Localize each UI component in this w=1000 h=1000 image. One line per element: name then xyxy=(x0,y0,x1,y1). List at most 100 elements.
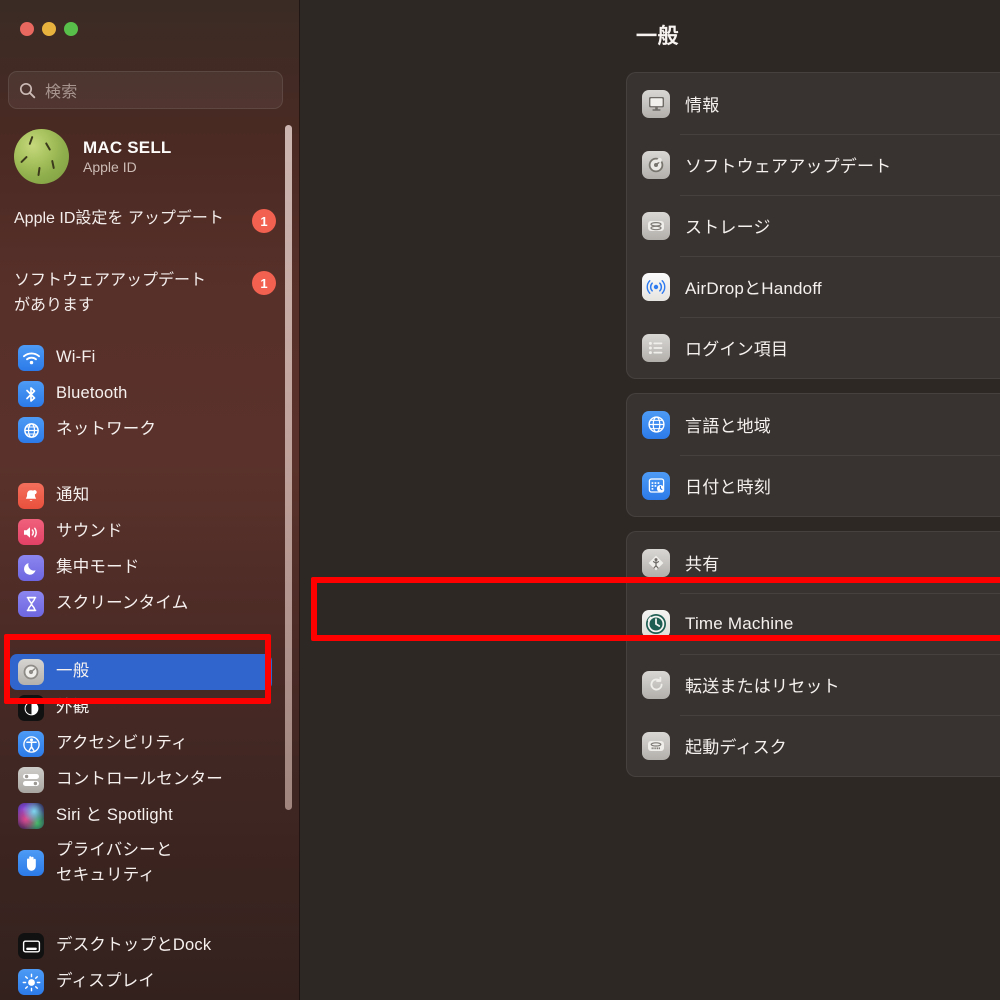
row-storage[interactable]: ストレージ xyxy=(627,195,1000,256)
search-input[interactable]: 検索 xyxy=(8,71,283,109)
sidebar-item-focus[interactable]: 集中モード xyxy=(10,550,272,586)
sidebar-item-displays[interactable]: ディスプレイ xyxy=(10,964,272,1000)
row-sharing[interactable]: 共有 xyxy=(627,532,1000,593)
sidebar-item-network[interactable]: ネットワーク xyxy=(10,412,272,448)
row-language-region[interactable]: 言語と地域 xyxy=(627,394,1000,455)
sidebar-item-label: ネットワーク xyxy=(56,420,157,439)
settings-card: 情報 ソフトウェアアップデート ストレージ AirDropとHandoff ログ… xyxy=(626,72,1000,379)
sidebar-item-screen-time[interactable]: スクリーンタイム xyxy=(10,586,272,622)
sidebar-item-control-center[interactable]: コントロールセンター xyxy=(10,762,272,798)
sidebar-item-desktop-dock[interactable]: デスクトップとDock xyxy=(10,928,272,964)
status-badge: 1 xyxy=(252,209,276,233)
sidebar-group-desktop: デスクトップとDock ディスプレイ xyxy=(10,928,272,1000)
row-airdrop-handoff[interactable]: AirDropとHandoff xyxy=(627,256,1000,317)
row-about[interactable]: 情報 xyxy=(627,73,1000,134)
siri-icon xyxy=(18,803,44,829)
settings-card: 言語と地域 日付と時刻 xyxy=(626,393,1000,517)
zoom-button[interactable] xyxy=(64,22,78,36)
date-time-calendar-icon xyxy=(642,471,670,500)
storage-drive-icon xyxy=(642,211,670,240)
sidebar-item-label: 集中モード xyxy=(56,558,140,577)
sidebar-item-label: 外観 xyxy=(56,698,90,717)
sidebar-item-label: 一般 xyxy=(56,662,90,681)
network-globe-icon xyxy=(18,417,44,443)
sidebar-item-notifications[interactable]: 通知 xyxy=(10,478,272,514)
software-update-notice[interactable]: ソフトウェアアップデート があります 1 xyxy=(14,268,276,318)
airdrop-icon xyxy=(642,272,670,301)
bell-icon xyxy=(18,483,44,509)
sidebar-item-siri-spotlight[interactable]: Siri と Spotlight xyxy=(10,798,272,834)
notice-text: ソフトウェアアップデート があります xyxy=(14,272,207,314)
apple-id-update-notice[interactable]: Apple ID設定を アップデート 1 xyxy=(14,206,276,233)
notice-text: Apple ID設定を アップデート xyxy=(14,210,224,227)
login-items-list-icon xyxy=(642,333,670,362)
sidebar-item-general[interactable]: 一般 xyxy=(10,654,272,690)
row-date-time[interactable]: 日付と時刻 xyxy=(627,455,1000,516)
sidebar-group-notifications: 通知 サウンド 集中モード スクリーンタイム xyxy=(10,478,272,622)
window-controls xyxy=(20,22,78,36)
speaker-icon xyxy=(18,519,44,545)
row-login-items[interactable]: ログイン項目 xyxy=(627,317,1000,378)
account-subtitle: Apple ID xyxy=(83,158,137,175)
sidebar-group-general: 一般 外観 アクセシビリティ コントロールセンター Siri と Spotlig… xyxy=(10,654,272,892)
sidebar-item-label: スクリーンタイム xyxy=(56,594,189,613)
moon-icon xyxy=(18,555,44,581)
row-label: ソフトウェアアップデート xyxy=(685,157,892,176)
sidebar-item-label: コントロールセンター xyxy=(56,770,223,789)
sidebar-item-label: プライバシーと セキュリティ xyxy=(56,841,173,884)
row-label: 日付と時刻 xyxy=(685,478,771,497)
accessibility-icon xyxy=(18,731,44,757)
sidebar-item-privacy-security[interactable]: プライバシーと セキュリティ xyxy=(10,834,272,892)
sidebar-item-label: ディスプレイ xyxy=(56,972,156,991)
avatar xyxy=(14,128,69,184)
bluetooth-icon xyxy=(18,381,44,407)
sidebar-scrollbar[interactable] xyxy=(285,125,292,810)
sidebar: 検索 MAC SELL Apple ID Apple ID設定を アップデート … xyxy=(0,0,300,1000)
sidebar-item-label: Siri と Spotlight xyxy=(56,806,173,825)
row-transfer-reset[interactable]: 転送またはリセット xyxy=(627,654,1000,715)
row-software-update[interactable]: ソフトウェアアップデート xyxy=(627,134,1000,195)
row-label: ログイン項目 xyxy=(685,340,789,359)
sidebar-group-network: Wi-Fi Bluetooth ネットワーク xyxy=(10,340,272,448)
search-icon xyxy=(19,82,36,99)
row-label: 共有 xyxy=(685,555,720,574)
sidebar-item-label: 通知 xyxy=(56,486,90,505)
row-label: ストレージ xyxy=(685,218,771,237)
wifi-icon xyxy=(18,345,44,371)
sidebar-item-label: デスクトップとDock xyxy=(56,936,212,955)
row-label: Time Machine xyxy=(685,613,794,633)
row-label: 情報 xyxy=(685,96,720,115)
apple-id-account-row[interactable]: MAC SELL Apple ID xyxy=(14,127,274,185)
sharing-icon xyxy=(642,548,670,577)
time-machine-icon xyxy=(642,609,670,638)
row-startup-disk[interactable]: 起動ディスク xyxy=(627,715,1000,776)
privacy-hand-icon xyxy=(18,850,44,876)
row-label: AirDropとHandoff xyxy=(685,279,822,298)
row-label: 起動ディスク xyxy=(685,738,788,757)
search-placeholder: 検索 xyxy=(45,84,78,101)
close-button[interactable] xyxy=(20,22,34,36)
main-panel: 一般 情報 ソフトウェアアップデート ストレージ AirDropとHandoff… xyxy=(300,0,1000,1000)
sidebar-item-sound[interactable]: サウンド xyxy=(10,514,272,550)
sidebar-item-label: Wi-Fi xyxy=(56,348,96,367)
sidebar-item-accessibility[interactable]: アクセシビリティ xyxy=(10,726,272,762)
software-update-gear-icon xyxy=(642,150,670,179)
page-title: 一般 xyxy=(636,25,679,48)
row-time-machine[interactable]: Time Machine xyxy=(627,593,1000,654)
status-badge: 1 xyxy=(252,271,276,295)
gear-icon xyxy=(18,659,44,685)
language-globe-icon xyxy=(642,410,670,439)
row-label: 言語と地域 xyxy=(685,417,771,436)
account-name: MAC SELL xyxy=(83,137,172,157)
sidebar-item-wifi[interactable]: Wi-Fi xyxy=(10,340,272,376)
desktop-dock-icon xyxy=(18,933,44,959)
sidebar-item-appearance[interactable]: 外観 xyxy=(10,690,272,726)
sidebar-item-label: アクセシビリティ xyxy=(56,734,188,753)
minimize-button[interactable] xyxy=(42,22,56,36)
control-center-icon xyxy=(18,767,44,793)
hourglass-icon xyxy=(18,591,44,617)
settings-card: 共有 Time Machine 転送またはリセット 起動ディスク xyxy=(626,531,1000,777)
sidebar-item-bluetooth[interactable]: Bluetooth xyxy=(10,376,272,412)
appearance-icon xyxy=(18,695,44,721)
system-settings-window: 検索 MAC SELL Apple ID Apple ID設定を アップデート … xyxy=(0,0,1000,1000)
